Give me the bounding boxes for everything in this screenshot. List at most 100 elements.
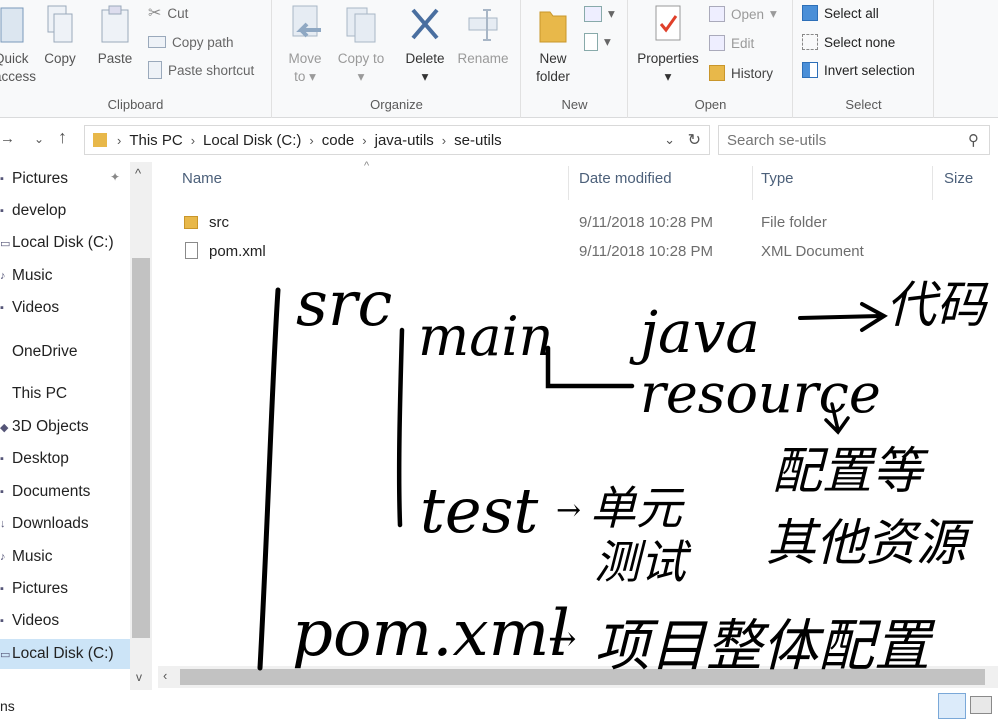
rename-button[interactable]: Rename [455,4,511,68]
search-box[interactable]: ⚲ [718,125,990,155]
sort-up-icon: ^ [364,160,370,172]
select-none-button[interactable]: Select none [802,30,895,54]
pin-icon[interactable]: ✦ [110,170,120,184]
nav-item-label: 3D Objects [12,418,89,435]
easy-access-button[interactable]: ▾ [584,30,611,54]
downloads-icon: ↓ [0,518,6,530]
paste-shortcut-button[interactable]: Paste shortcut [148,58,254,82]
copy-button[interactable]: Copy [38,4,82,68]
refresh-icon[interactable]: ↻ [688,130,701,150]
paste-shortcut-label: Paste shortcut [168,62,255,78]
videos-icon: ▪ [0,302,4,314]
edit-button[interactable]: Edit [709,31,754,55]
breadcrumb-chevron-icon: › [117,132,122,148]
breadcrumb-se-utils[interactable]: se-utils [448,132,508,149]
open-label: Open [731,6,765,22]
desktop-icon: ▪ [0,453,4,465]
move-to-icon [292,5,321,38]
open-button[interactable]: Open ▾ [709,2,777,26]
recent-locations-chevron-icon[interactable]: ⌄ [34,132,44,146]
new-folder-button[interactable]: New folder [530,4,576,86]
pin-quick-access-button[interactable]: Quick access [0,4,37,86]
scroll-up-icon[interactable]: ^ [135,166,141,181]
nav-item[interactable]: ▪ Videos [0,606,59,636]
nav-item[interactable]: ♪ Music [0,261,52,291]
pin-icon [0,7,24,43]
delete-button[interactable]: Delete ▾ [401,4,449,86]
table-row[interactable]: src 9/11/2018 10:28 PM File folder [176,209,986,237]
select-all-button[interactable]: Select all [802,1,879,25]
column-header-date[interactable]: Date modified [579,170,672,187]
search-input[interactable] [727,131,947,149]
breadcrumb-this-pc[interactable]: This PC [123,132,188,149]
nav-item[interactable]: ▭ Local Disk (C:) [0,639,130,669]
nav-item[interactable]: ▪ Documents [0,477,90,507]
nav-item[interactable]: ♪ Music [0,542,52,572]
details-view-icon[interactable] [938,693,966,719]
new-folder-label: New folder [536,51,570,84]
cut-button[interactable]: ✂ Cut [148,1,188,25]
address-dropdown-icon[interactable]: ⌄ [664,132,675,148]
breadcrumb-java-utils[interactable]: java-utils [369,132,440,149]
nav-item[interactable]: ▪ Pictures [0,574,68,604]
open-group-label: Open [694,97,727,112]
properties-label: Properties [637,51,699,66]
column-header-size[interactable]: Size [944,170,973,187]
nav-item[interactable]: ▪ Videos [0,293,59,323]
column-header-name[interactable]: Name [182,170,222,187]
nav-scrollbar[interactable]: ^ v [130,162,152,692]
copy-to-button[interactable]: Copy to ▾ [337,4,385,86]
xml-file-icon [185,242,198,259]
file-list: ^ Name Date modified Type Size src 9/11/… [156,160,998,692]
history-button[interactable]: History [709,61,773,85]
documents-icon: ▪ [0,486,4,498]
copy-path-button[interactable]: Copy path [148,30,234,54]
column-header-type[interactable]: Type [761,170,794,187]
large-icons-view-icon[interactable] [970,696,992,714]
nav-item[interactable]: OneDrive [0,337,77,367]
nav-item[interactable]: ▪ develop [0,196,66,226]
copy-to-icon [346,7,376,43]
copy-icon [47,5,73,43]
properties-button[interactable]: Properties ▾ [635,4,701,86]
address-bar[interactable]: › This PC › Local Disk (C:) › code › jav… [84,125,710,155]
search-icon[interactable]: ⚲ [968,131,979,149]
3d-objects-icon: ◆ [0,421,9,434]
open-icon [709,6,725,22]
paste-shortcut-icon [148,61,162,79]
history-label: History [731,65,774,81]
status-bar: ns [0,690,998,724]
up-arrow-icon[interactable]: ↑ [58,127,67,148]
nav-item[interactable]: ▪ Desktop [0,444,69,474]
nav-item[interactable]: ▭ Local Disk (C:) [0,228,114,258]
breadcrumb-chevron-icon: › [441,132,447,148]
breadcrumb-local-disk[interactable]: Local Disk (C:) [197,132,307,149]
scroll-left-icon[interactable]: ‹ [163,668,167,683]
cut-label: Cut [167,5,189,21]
quick-access-label: Quick access [0,51,37,84]
nav-item-label: OneDrive [12,343,78,360]
horizontal-scrollbar[interactable]: ‹ [158,666,998,688]
clipboard-group-label: Clipboard [107,97,164,112]
nav-item[interactable]: ▪ Pictures [0,164,68,194]
navigation-pane: ▪ Pictures ▪ develop ▭ Local Disk (C:) ♪ Music ▪… [0,162,154,692]
horizontal-scroll-thumb[interactable] [180,669,985,685]
breadcrumb-code[interactable]: code [316,132,361,149]
back-arrow-icon[interactable]: → [0,130,15,147]
invert-selection-button[interactable]: Invert selection [802,58,915,82]
nav-item[interactable]: This PC [0,379,67,409]
copy-to-label: Copy to [337,51,385,66]
drive-icon: ▭ [0,237,11,250]
paste-button[interactable]: Paste [92,4,138,68]
file-type: File folder [761,214,827,231]
rename-icon [468,9,498,41]
nav-scroll-thumb[interactable] [132,258,150,638]
invert-selection-icon [802,62,818,78]
nav-item-label: Local Disk (C:) [12,234,114,251]
nav-item[interactable]: ↓ Downloads [0,509,89,539]
move-to-button[interactable]: Move to ▾ [283,4,327,86]
scroll-down-icon[interactable]: v [136,670,142,684]
nav-item[interactable]: ◆ 3D Objects [0,412,89,442]
new-item-button[interactable]: ▾ [584,2,615,26]
table-row[interactable]: pom.xml 9/11/2018 10:28 PM XML Document [176,238,986,266]
